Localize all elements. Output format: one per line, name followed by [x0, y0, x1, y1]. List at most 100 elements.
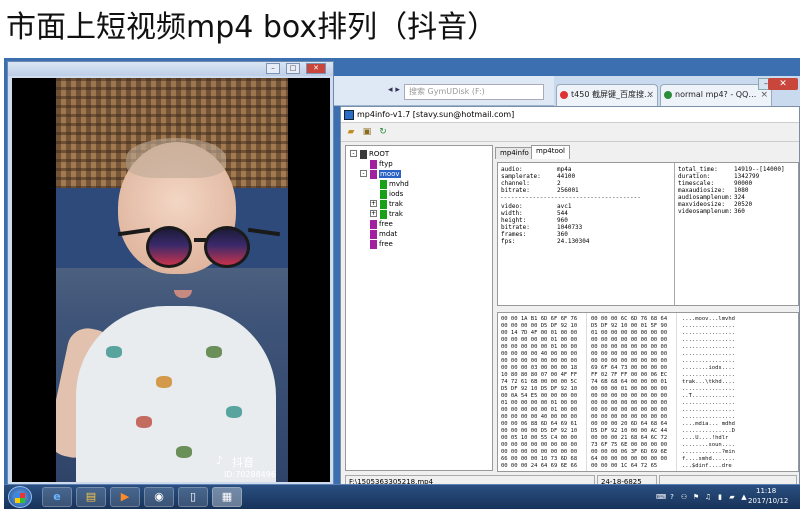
close-window-button[interactable]: ✕ [768, 78, 798, 90]
box-icon [380, 199, 387, 209]
tree-node-label: mvhd [389, 180, 409, 188]
mp4info-window: mp4info-v1.7 [stavy.sun@hotmail.com] ▰ ▣… [340, 106, 800, 496]
mp4info-task-icon[interactable]: ▦ [212, 487, 242, 507]
collapse-icon[interactable]: - [360, 170, 367, 177]
hex-divider [676, 313, 677, 471]
tree-node[interactable]: - ROOT [350, 149, 389, 159]
sunglasses-lens-left [146, 226, 192, 268]
network-icon[interactable]: ⚇ [680, 493, 688, 501]
tree-node[interactable]: + trak [370, 209, 403, 219]
refresh-icon[interactable]: ↻ [377, 127, 389, 138]
info-row: maxvideosize: 20520 [678, 201, 752, 208]
minimize-icon[interactable]: – [266, 63, 280, 74]
hex-bytes: 00 00 00 24 64 69 6E 66 [501, 463, 578, 469]
info-key: channel: [501, 180, 530, 187]
notepad-icon[interactable]: ▯ [178, 487, 208, 507]
maximize-icon[interactable]: □ [286, 63, 300, 74]
collapse-icon[interactable]: - [350, 150, 357, 157]
close-icon[interactable]: × [646, 85, 654, 105]
nav-arrows-icon[interactable]: ◂ ▸ [388, 85, 400, 95]
box-tree: - ROOT ftyp - moov mvhd iods + trak + trak free mdat… [345, 145, 493, 471]
info-value: avc1 [557, 203, 572, 210]
video-canvas[interactable]: ♪ 抖音 ID:70288496 [12, 78, 330, 482]
slide-title: 市面上短视频mp4 box排列（抖音） [6, 10, 498, 45]
shirt-pattern [226, 406, 242, 418]
start-button[interactable] [8, 486, 32, 508]
ie-icon[interactable]: e [42, 487, 72, 507]
save-icon[interactable]: ▣ [361, 127, 373, 138]
expand-icon[interactable]: + [370, 210, 377, 217]
info-key: bitrate: [501, 224, 530, 231]
info-key: maxaudiosize: [678, 187, 725, 194]
video-baby-hair [126, 138, 226, 178]
info-value: 20520 [734, 201, 753, 208]
chrome-tab-label: normal mp4? - QQ… [675, 90, 757, 99]
info-key: frames: [501, 231, 527, 238]
signal-icon[interactable]: ▰ [728, 493, 736, 501]
app-icon [344, 110, 354, 120]
tab-mp4info[interactable]: mp4info [495, 147, 534, 159]
info-value: 1040733 [557, 224, 583, 231]
tab-favicon-icon [560, 91, 568, 99]
info-key: timescale: [678, 180, 715, 187]
info-key: maxvideosize: [678, 201, 725, 208]
shirt-pattern [176, 446, 192, 458]
info-value: 544 [557, 210, 568, 217]
tree-node[interactable]: - moov [360, 169, 401, 179]
volume-icon[interactable]: ♫ [704, 493, 712, 501]
clock-time[interactable]: 11:18 [756, 487, 776, 495]
tree-node[interactable]: + trak [370, 199, 403, 209]
info-value: 360 [734, 208, 745, 215]
tree-node[interactable]: mdat [370, 229, 397, 239]
box-icon [380, 179, 387, 189]
tree-node[interactable]: free [370, 219, 393, 229]
battery-icon[interactable]: ▮ [716, 493, 724, 501]
tab-mp4tool[interactable]: mp4tool [531, 145, 570, 159]
sunglasses-bridge [194, 238, 206, 242]
box-icon [370, 169, 377, 179]
info-row: video: avc1 [501, 203, 571, 210]
hex-view[interactable]: 00 00 1A B1 6D 6F 6F 76 00 00 00 6C 6D 76… [497, 312, 799, 472]
box-icon [380, 189, 387, 199]
flag-icon[interactable]: ⚑ [692, 493, 700, 501]
info-key: bitrate: [501, 187, 530, 194]
tree-node[interactable]: mvhd [380, 179, 409, 189]
hex-divider [586, 313, 587, 471]
info-row: bitrate: 256001 [501, 187, 579, 194]
expand-icon[interactable]: + [370, 200, 377, 207]
close-icon[interactable]: ✕ [306, 63, 326, 74]
info-value: 90000 [734, 180, 753, 187]
language-icon[interactable]: ⌨ [656, 493, 666, 501]
tree-node[interactable]: ftyp [370, 159, 393, 169]
explorer-icon[interactable]: ▤ [76, 487, 106, 507]
info-value: 324 [734, 194, 745, 201]
info-row: videosamplenum: 360 [678, 208, 745, 215]
info-value: 1342799 [734, 173, 760, 180]
info-tabs: mp4info mp4tool [493, 145, 799, 159]
tiktok-logo-icon: ♪ [216, 454, 224, 467]
info-row: fps: 24.130304 [501, 238, 590, 245]
box-icon [370, 229, 377, 239]
tree-node-label: mdat [379, 230, 398, 238]
mp4info-titlebar: mp4info-v1.7 [stavy.sun@hotmail.com] [341, 107, 799, 123]
chrome-tab-1[interactable]: t450 截屏键_百度搜… × [556, 84, 658, 106]
clock-date[interactable]: 2017/10/12 [748, 497, 788, 505]
chrome-icon[interactable]: ◉ [144, 487, 174, 507]
tree-node-label: free [379, 220, 393, 228]
info-key: videosamplenum: [678, 208, 733, 215]
video-player-window: – □ ✕ ♪ 抖音 ID:70288496 [7, 61, 334, 487]
help-icon[interactable]: ? [668, 493, 676, 501]
chrome-tab-2[interactable]: normal mp4? - QQ… × [660, 84, 772, 106]
info-key: total_time: [678, 166, 718, 173]
open-folder-icon[interactable]: ▰ [345, 127, 357, 138]
tree-node-label: ftyp [379, 160, 393, 168]
media-player-icon[interactable]: ▶ [110, 487, 140, 507]
explorer-search-input[interactable]: 搜索 GymUDisk (F:) [404, 84, 544, 100]
tree-node[interactable]: free [370, 239, 393, 249]
info-row: audiosamplenum: 324 [678, 194, 745, 201]
tray-arrow-icon[interactable]: ▲ [740, 493, 748, 501]
tree-node[interactable]: iods [380, 189, 403, 199]
box-icon [370, 239, 377, 249]
info-key: video: [501, 203, 523, 210]
video-watermark: 抖音 [232, 456, 254, 469]
